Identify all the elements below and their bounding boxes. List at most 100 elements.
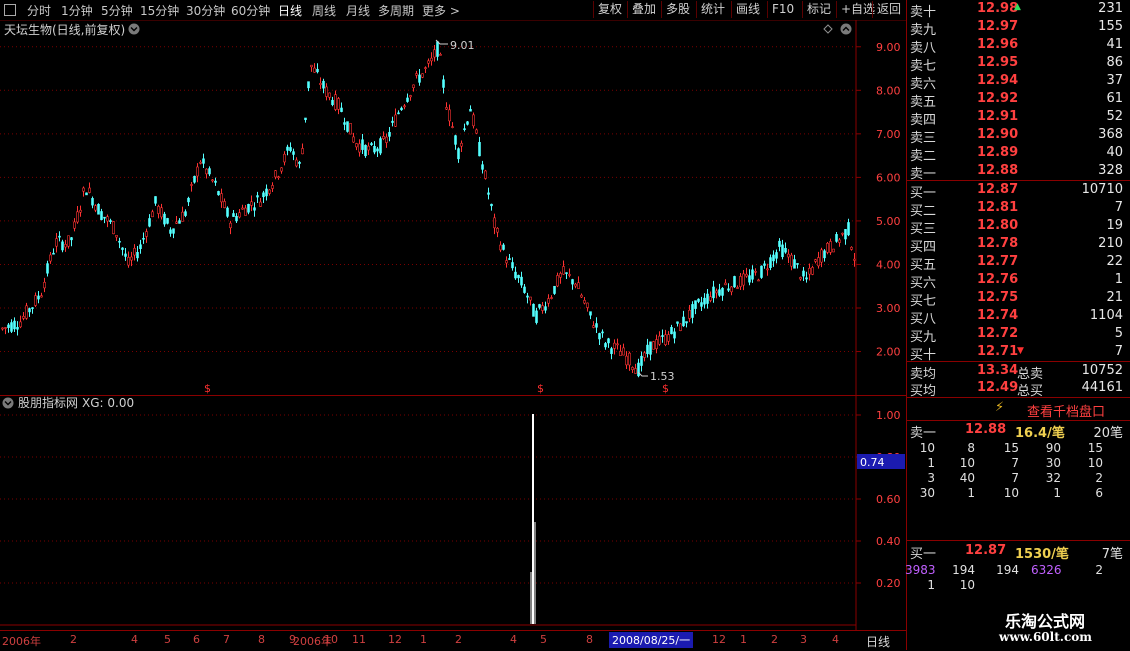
candle-body [502, 244, 505, 250]
period-tab-5min[interactable]: 5分钟 [101, 2, 133, 19]
buy-level-row[interactable]: 买七 12.75 21 [907, 289, 1130, 309]
candle-body [331, 99, 334, 105]
candle-body [835, 234, 838, 242]
period-tab-daily[interactable]: 日线 [278, 2, 302, 19]
candle-body [415, 73, 418, 76]
buy-level-row[interactable]: 买六 12.76 1 [907, 271, 1130, 291]
candle-body [250, 201, 253, 206]
level-price: 12.88 [977, 163, 1019, 178]
candle-body [694, 300, 697, 309]
toolbar-menu-icon[interactable] [4, 4, 16, 16]
date-label: 2 [771, 633, 778, 646]
candle-body [775, 252, 778, 259]
candle-body [727, 288, 730, 291]
depth-button[interactable]: ⚡ 查看千档盘口 [907, 398, 1130, 420]
level-volume: 37 [1106, 73, 1123, 88]
indicator-chart[interactable]: 1.000.800.600.400.20 股朋指标网 XG: 0.00 0.74 [0, 396, 906, 630]
period-tab-fenshi[interactable]: 分时 [27, 2, 51, 19]
level-price: 12.89 [977, 145, 1019, 160]
add-watchlist-button[interactable]: +自选 [836, 1, 875, 18]
candle-body [472, 114, 475, 127]
stats-button[interactable]: 统计 [696, 1, 725, 18]
sell-level-row[interactable]: 卖十 12.98 231 ▲ [907, 0, 1130, 20]
period-tab-more[interactable]: 更多 > [422, 2, 460, 19]
level-volume: 41 [1106, 37, 1123, 52]
buy-level-row[interactable]: 买一 12.87 10710 [907, 181, 1130, 201]
multi-stock-button[interactable]: 多股 [661, 1, 690, 18]
order-book-panel: 卖十 12.98 231 ▲ 卖九 12.97 155 卖八 12.96 41 卖七 12.95 86 卖… [905, 0, 1130, 650]
buy-level-row[interactable]: 买四 12.78 210 [907, 235, 1130, 255]
candle-body [730, 286, 733, 293]
level-price: 12.98 [977, 1, 1019, 16]
price-tick-label: 7.00 [876, 128, 901, 141]
sell-level-row[interactable]: 卖九 12.97 155 [907, 18, 1130, 38]
period-tab-15min[interactable]: 15分钟 [140, 2, 179, 19]
buy-level-row[interactable]: 买五 12.77 22 [907, 253, 1130, 273]
buy-level-row[interactable]: 买三 12.80 19 [907, 217, 1130, 237]
candle-body [424, 67, 427, 69]
candle-body [67, 235, 70, 247]
candle-body [109, 220, 112, 222]
back-button[interactable]: 返回 [872, 1, 901, 18]
queue-cell: 6326 [1031, 563, 1062, 577]
fuquan-button[interactable]: 复权 [593, 1, 622, 18]
candle-body [511, 262, 514, 269]
candle-body [235, 215, 238, 222]
signal-marker: $ [204, 382, 211, 395]
buy-level-row[interactable]: 买二 12.81 7 [907, 199, 1130, 219]
candle-body [391, 120, 394, 123]
candle-body [517, 274, 520, 279]
period-tab-weekly[interactable]: 周线 [312, 2, 336, 19]
period-tab-60min[interactable]: 60分钟 [231, 2, 270, 19]
candle-body [406, 97, 409, 102]
sell-level-row[interactable]: 卖三 12.90 368 [907, 126, 1130, 146]
buy-level-row[interactable]: 买十 12.71 7 ▼ [907, 343, 1130, 363]
period-tab-multi[interactable]: 多周期 [378, 2, 414, 19]
queue-cell: 2 [1095, 471, 1103, 485]
candle-body [802, 270, 805, 277]
candle-body [664, 334, 667, 345]
candle-body [334, 94, 337, 110]
indicator-dropdown-icon[interactable] [2, 397, 14, 409]
period-tab-30min[interactable]: 30分钟 [186, 2, 225, 19]
sell-level-row[interactable]: 卖六 12.94 37 [907, 72, 1130, 92]
sell-level-row[interactable]: 卖一 12.88 328 [907, 162, 1130, 182]
high-label: 9.01 [450, 39, 475, 52]
mark-button[interactable]: 标记 [802, 1, 831, 18]
candle-body [721, 287, 724, 296]
candle-body [223, 201, 226, 209]
draw-line-button[interactable]: 画线 [731, 1, 760, 18]
kline-chart[interactable]: 9.00 8.00 7.00 6.00 5.00 4.00 3.00 2.00 天坛生物(日线… [0, 20, 906, 396]
sell-level-row[interactable]: 卖四 12.91 52 [907, 108, 1130, 128]
overlay-button[interactable]: 叠加 [627, 1, 656, 18]
level-volume: 5 [1114, 326, 1123, 341]
buy-level-row[interactable]: 买九 12.72 5 [907, 325, 1130, 345]
sell-level-row[interactable]: 卖五 12.92 61 [907, 90, 1130, 110]
candle-body [733, 276, 736, 288]
candle-body [490, 203, 493, 207]
candle-body [37, 295, 40, 300]
candle-body [136, 252, 139, 259]
cursor-date: 2008/08/25/一 [609, 632, 694, 648]
candle-body [196, 166, 199, 177]
period-indicator[interactable]: 日线 [866, 633, 890, 650]
candle-body [121, 247, 124, 250]
candle-body [832, 248, 835, 253]
candle-body [244, 207, 247, 216]
diamond-icon[interactable] [823, 24, 833, 34]
chart-title-dropdown-icon[interactable] [128, 23, 140, 35]
candle-body [520, 276, 523, 286]
candle-body [592, 325, 595, 328]
price-tick-label: 3.00 [876, 302, 901, 315]
f10-button[interactable]: F10 [767, 1, 794, 18]
collapse-icon[interactable] [840, 23, 852, 35]
period-tab-monthly[interactable]: 月线 [346, 2, 370, 19]
sell-level-row[interactable]: 卖七 12.95 86 [907, 54, 1130, 74]
sell-level-row[interactable]: 卖八 12.96 41 [907, 36, 1130, 56]
candle-body [454, 135, 457, 145]
sell-level-row[interactable]: 卖二 12.89 40 [907, 144, 1130, 164]
buy-level-row[interactable]: 买八 12.74 1104 [907, 307, 1130, 327]
candle-body [679, 323, 682, 331]
candle-body [301, 148, 304, 155]
period-tab-1min[interactable]: 1分钟 [61, 2, 93, 19]
